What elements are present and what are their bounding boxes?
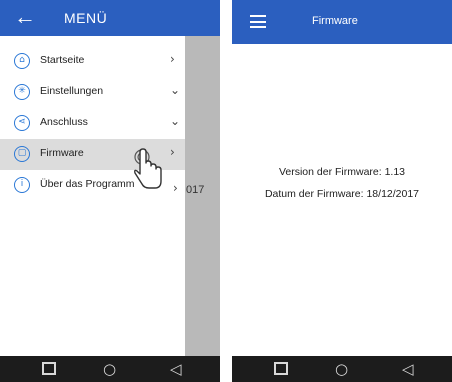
background-app-overlay xyxy=(185,36,220,356)
square-icon[interactable] xyxy=(42,362,56,375)
info-icon: i xyxy=(14,177,30,193)
chevron-right-icon[interactable]: › xyxy=(173,181,178,195)
left-phone-screen: 017 ← MENÜ ⌂ Startseite › ✳ Einstellunge… xyxy=(0,0,220,382)
menu-item-label: Anschluss xyxy=(40,116,88,128)
menu-item-label: Einstellungen xyxy=(40,85,104,97)
arrow-left-icon[interactable]: ← xyxy=(14,4,36,30)
menu-item-einstellungen[interactable]: ✳ Einstellungen ⌄ xyxy=(0,77,185,108)
chevron-down-icon: ⌄ xyxy=(170,83,181,97)
page-title: Firmware xyxy=(312,15,358,27)
app-header: Firmware xyxy=(232,0,452,44)
chip-icon: ▢ xyxy=(14,146,30,162)
menu-item-anschluss[interactable]: ⋖ Anschluss ⌄ xyxy=(0,108,185,139)
background-peek-text: 017 xyxy=(186,184,205,196)
triangle-back-icon[interactable]: ◁ xyxy=(170,361,182,377)
triangle-back-icon[interactable]: ◁ xyxy=(402,361,414,377)
firmware-date-text: Datum der Firmware: 18/12/2017 xyxy=(264,188,420,200)
hand-pointer-icon xyxy=(134,148,162,189)
chevron-right-icon: › xyxy=(170,145,175,159)
chevron-right-icon: › xyxy=(170,52,175,66)
settings-icon: ✳ xyxy=(14,84,30,100)
share-icon: ⋖ xyxy=(14,115,30,131)
hamburger-icon[interactable] xyxy=(250,15,266,28)
drawer-header: ← MENÜ xyxy=(0,0,185,36)
menu-item-label: Firmware xyxy=(40,147,84,159)
home-icon: ⌂ xyxy=(14,53,30,69)
drawer-title: MENÜ xyxy=(64,10,108,26)
menu-item-label: Startseite xyxy=(40,54,85,66)
square-icon[interactable] xyxy=(274,362,288,375)
android-nav-bar: ○ ◁ xyxy=(232,356,452,382)
firmware-version-text: Version der Firmware: 1.13 xyxy=(278,166,406,178)
chevron-down-icon: ⌄ xyxy=(170,114,181,128)
circle-icon[interactable]: ○ xyxy=(335,361,348,377)
right-phone-screen: Firmware Version der Firmware: 1.13 Datu… xyxy=(232,0,452,382)
menu-item-label: Über das Programm xyxy=(40,178,135,190)
menu-item-startseite[interactable]: ⌂ Startseite › xyxy=(0,46,185,77)
circle-icon[interactable]: ○ xyxy=(103,361,116,377)
android-nav-bar: ○ ◁ xyxy=(0,356,220,382)
